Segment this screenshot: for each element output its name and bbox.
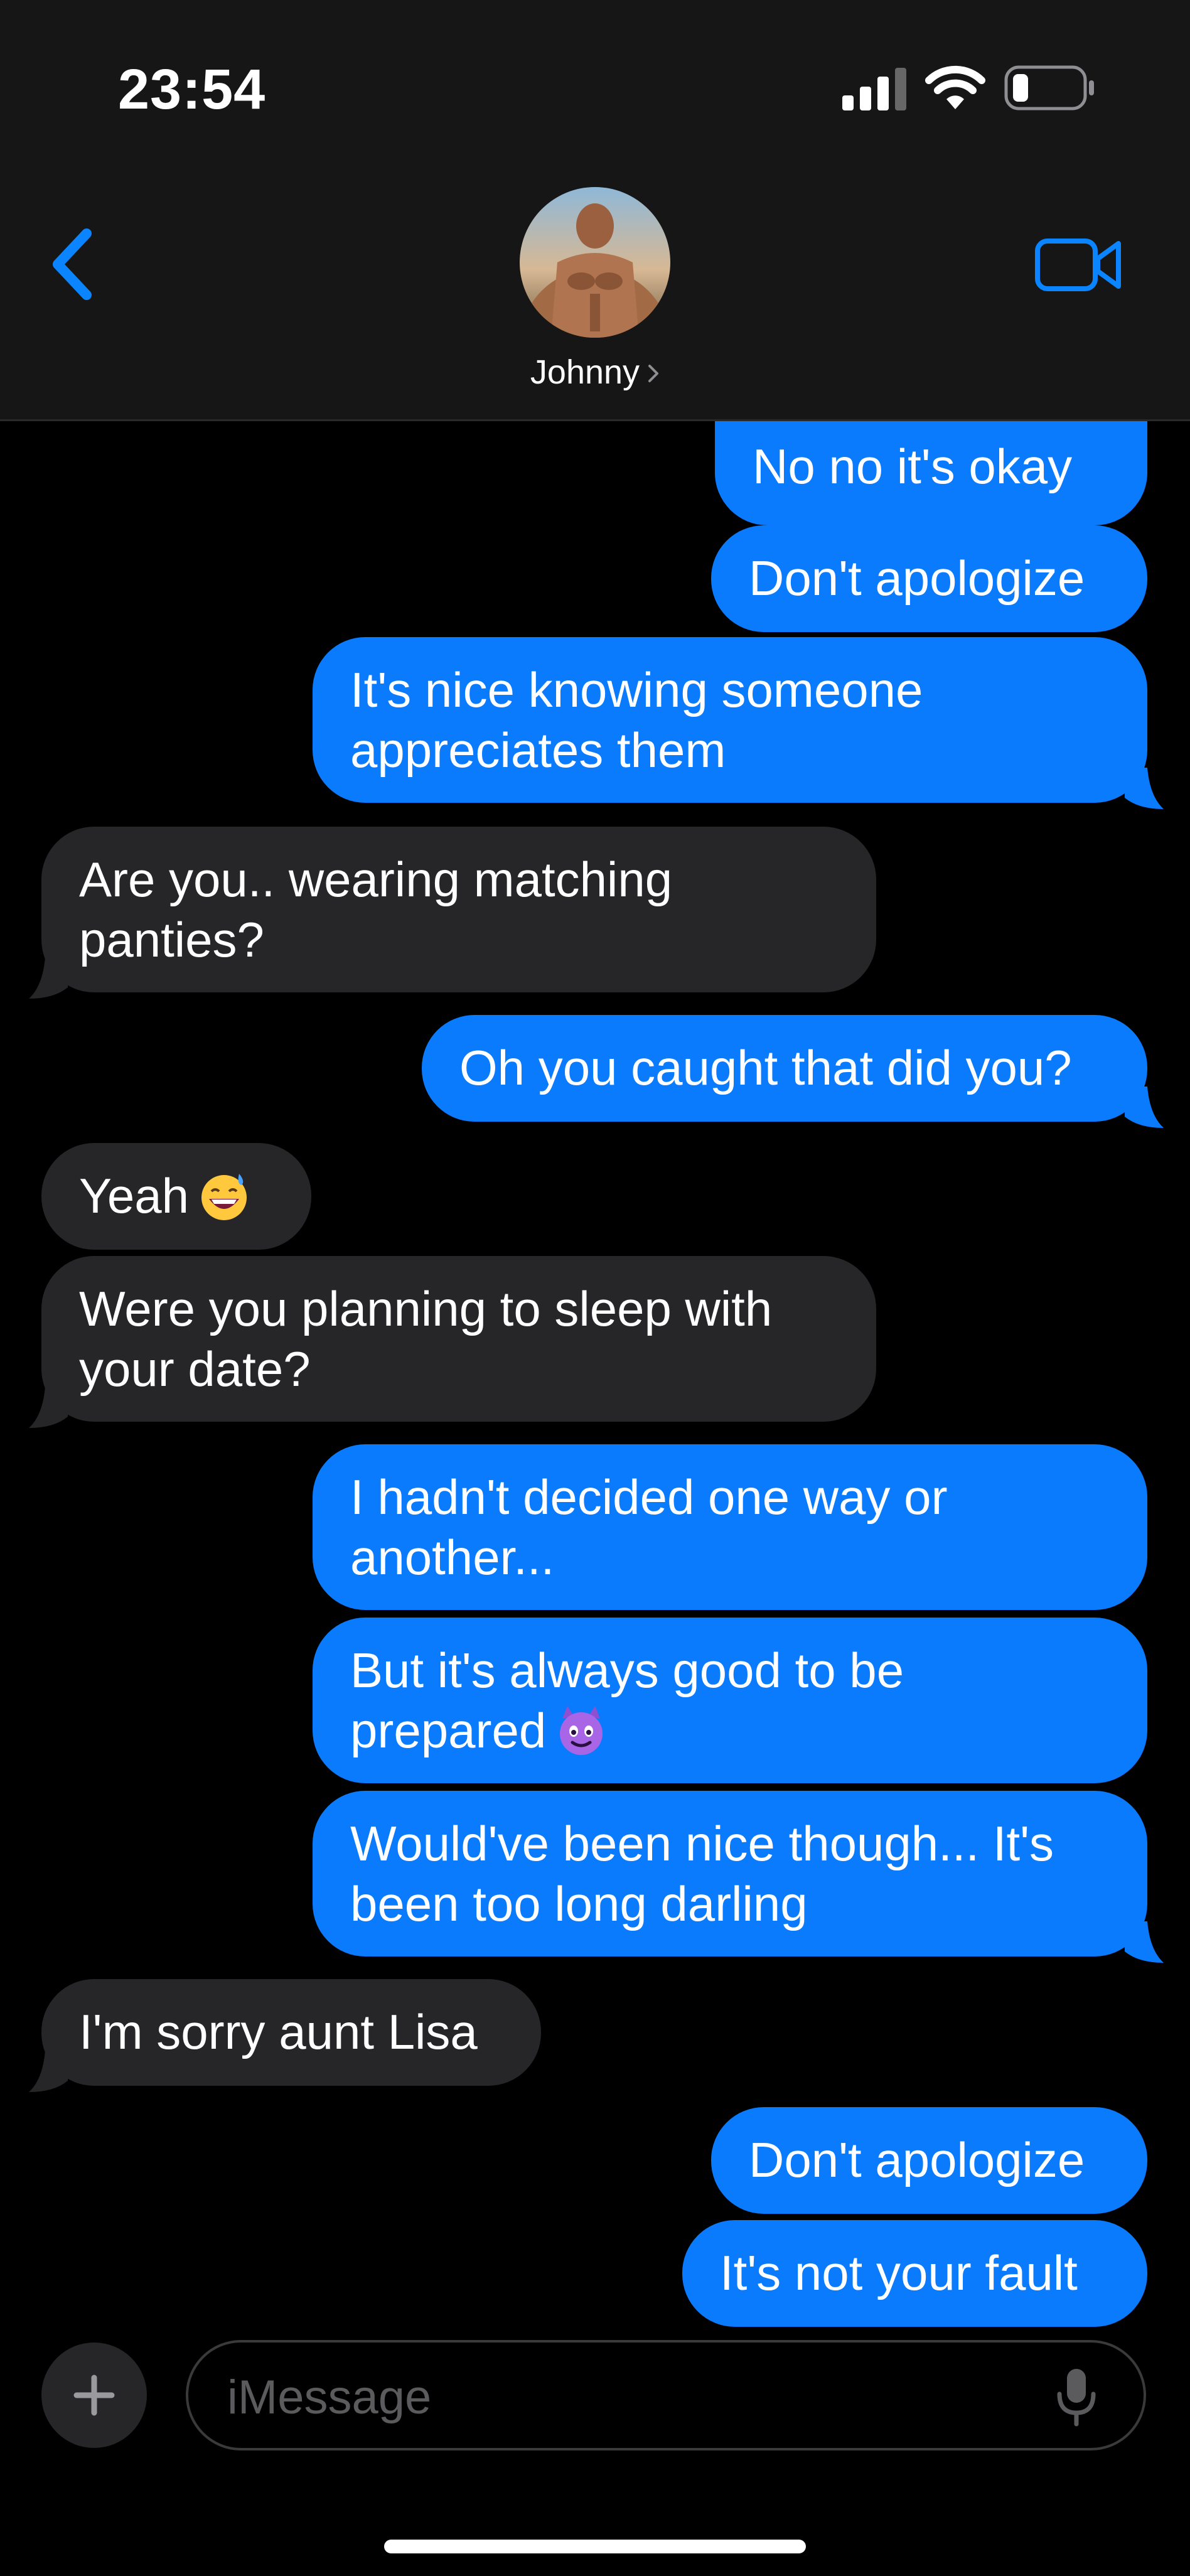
back-button[interactable]: [48, 227, 98, 301]
sent-bubble-tail: [1125, 1087, 1164, 1128]
apps-plus-button[interactable]: [41, 2343, 147, 2448]
conversation-header: 23:54 Johnny: [0, 0, 1190, 421]
sent-message[interactable]: It's nice knowing someone appreciates th…: [313, 637, 1147, 803]
battery-low-icon: [1004, 65, 1094, 110]
received-message[interactable]: I'm sorry aunt Lisa: [41, 1979, 541, 2086]
imessage-input[interactable]: [226, 2365, 1044, 2429]
chevron-right-icon: [648, 365, 659, 382]
sent-message[interactable]: Don't apologize: [711, 525, 1147, 632]
smiling-devil-emoji: [560, 1706, 603, 1755]
video-call-button[interactable]: [1034, 233, 1123, 296]
sent-message[interactable]: Don't apologize: [711, 2107, 1147, 2214]
avatar-photo: [520, 187, 670, 338]
sent-message[interactable]: No no it's okay: [715, 421, 1147, 525]
sent-bubble-tail: [1125, 1921, 1164, 1963]
plus-icon: [73, 2375, 115, 2416]
contact-avatar[interactable]: [520, 187, 670, 338]
received-message[interactable]: Yeah: [41, 1143, 311, 1250]
grinning-sweat-emoji: [201, 1174, 247, 1220]
sent-message[interactable]: I hadn't decided one way or another...: [313, 1444, 1147, 1610]
contact-name-button[interactable]: Johnny: [0, 353, 1190, 392]
sent-message[interactable]: It's not your fault: [682, 2220, 1147, 2327]
sent-bubble-tail: [1125, 768, 1164, 809]
sent-message[interactable]: Oh you caught that did you?: [422, 1015, 1147, 1122]
microphone-icon[interactable]: [1054, 2365, 1098, 2428]
received-message[interactable]: Were you planning to sleep with your dat…: [41, 1256, 876, 1422]
cellular-signal-icon: [842, 68, 906, 110]
contact-name: Johnny: [530, 353, 640, 391]
home-indicator[interactable]: [384, 2540, 806, 2553]
sent-message[interactable]: Would've been nice though... It's been t…: [313, 1791, 1147, 1956]
message-list[interactable]: No no it's okay Don't apologize It's nic…: [0, 421, 1190, 2327]
sent-message[interactable]: But it's always good to be prepared: [313, 1618, 1147, 1783]
status-time: 23:54: [118, 58, 266, 121]
received-bubble-tail: [29, 957, 68, 999]
received-bubble-tail: [29, 1387, 68, 1428]
wifi-icon: [925, 65, 985, 109]
received-bubble-tail: [29, 2051, 68, 2092]
received-message[interactable]: Are you.. wearing matching panties?: [41, 827, 876, 992]
message-compose-field[interactable]: [186, 2340, 1146, 2450]
